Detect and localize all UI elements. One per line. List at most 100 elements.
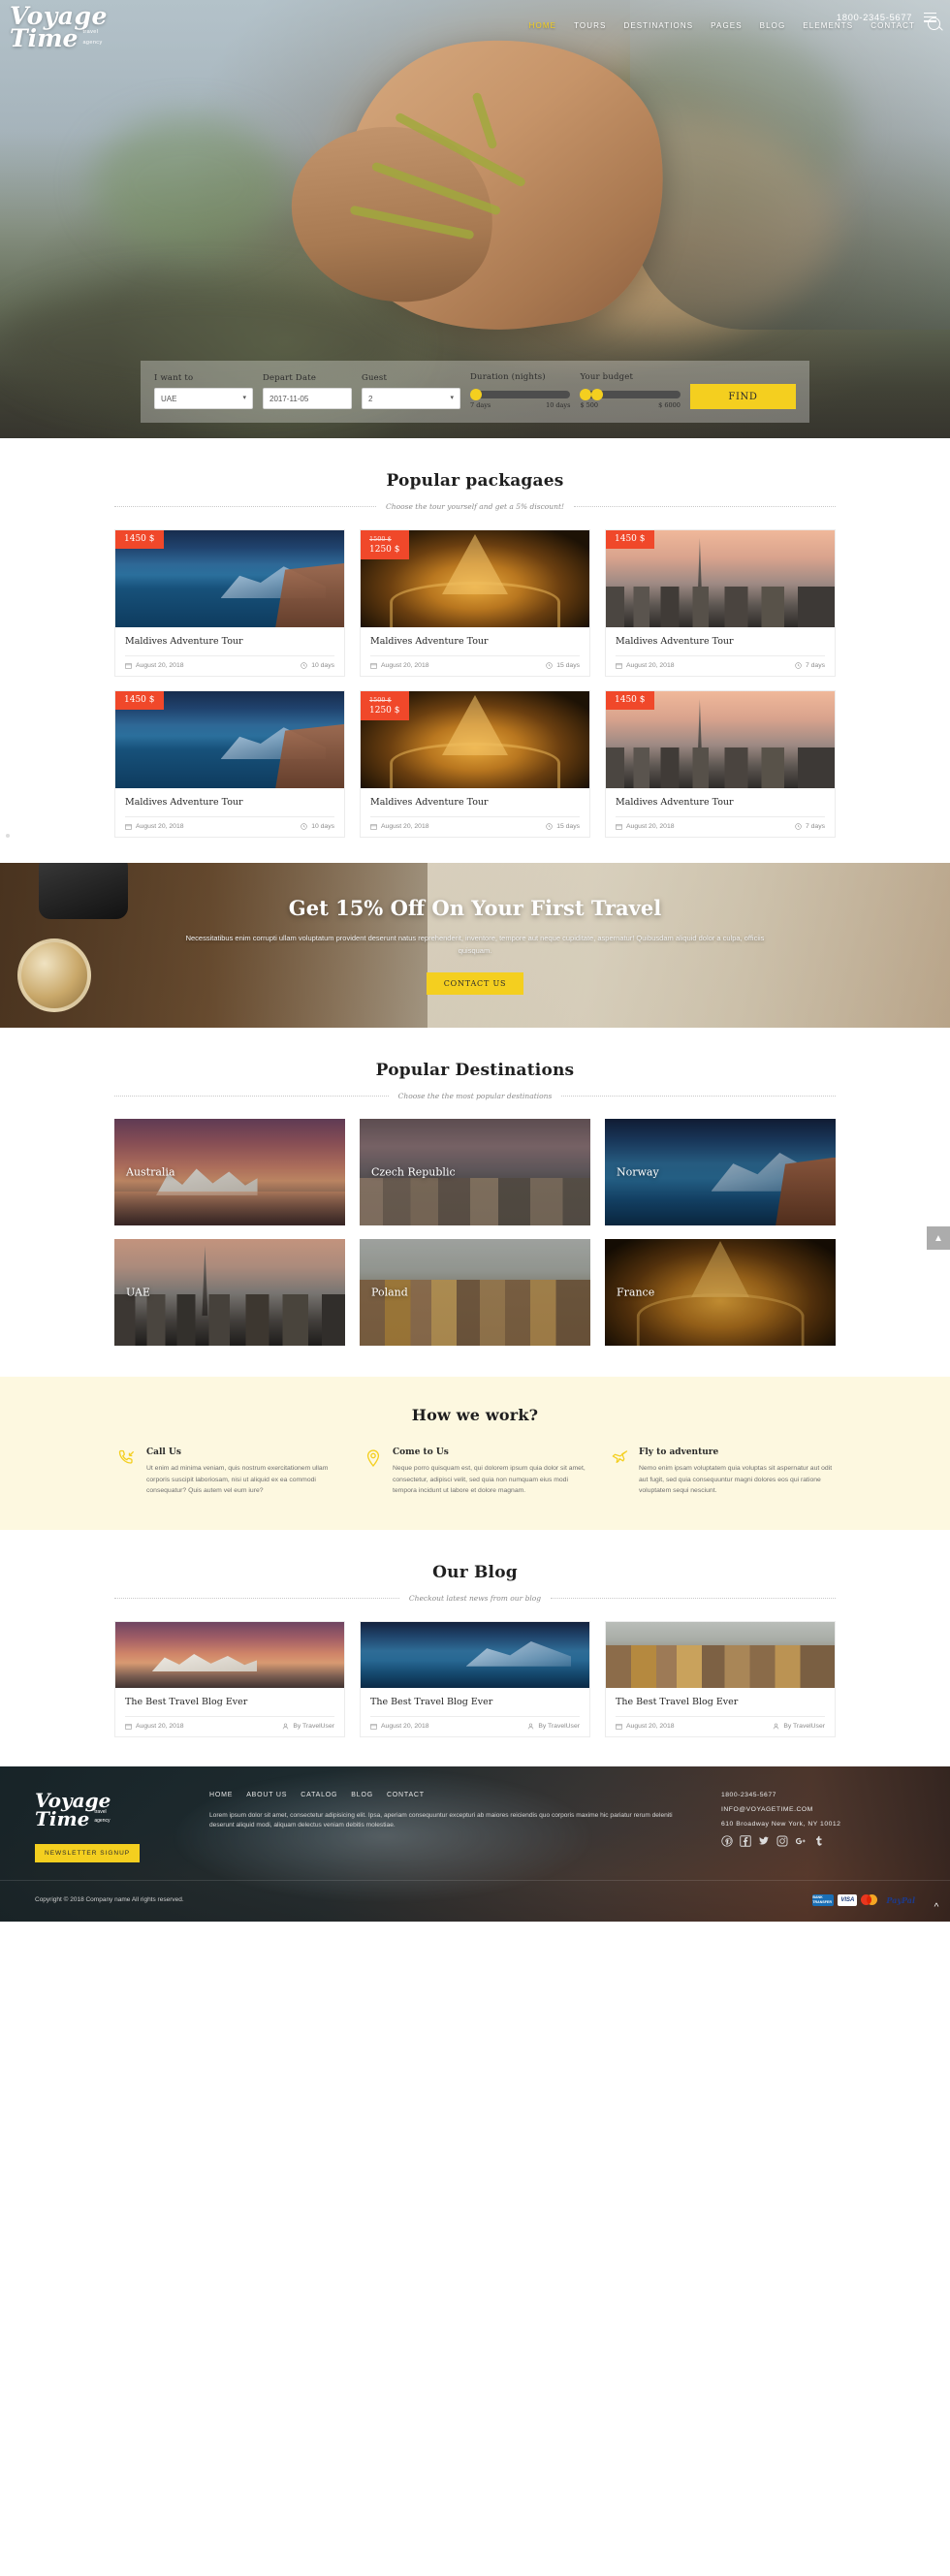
destination-select[interactable]: UAE [154,388,253,409]
clock-icon [795,662,802,669]
package-title[interactable]: Maldives Adventure Tour [370,636,580,655]
blog-card[interactable]: The Best Travel Blog Ever August 20, 201… [360,1620,590,1737]
package-image: 1500 $ 1250 $ [361,691,589,788]
blog-cards-row: The Best Travel Blog Ever August 20, 201… [0,1603,950,1737]
destination-card-czech-republic[interactable]: Czech Republic [360,1119,590,1225]
destinations-heading-block: Popular Destinations Choose the the most… [0,1028,950,1100]
duration-min-label: 7 days [470,401,491,409]
blog-card[interactable]: The Best Travel Blog Ever August 20, 201… [605,1620,836,1737]
footer-nav-contact[interactable]: CONTACT [387,1792,425,1798]
nav-item-destinations[interactable]: DESTINATIONS [623,21,693,30]
package-card[interactable]: 1500 $ 1250 $ Maldives Adventure Tour Au… [360,529,590,677]
scroll-to-top-chevron[interactable]: ^ [929,1900,944,1916]
package-date: August 20, 2018 [626,823,675,830]
how-we-work-columns: Call Us Ut enim ad minima veniam, quis n… [0,1424,950,1497]
facebook-icon[interactable] [740,1834,751,1847]
nav-item-blog[interactable]: BLOG [760,21,786,30]
nav-item-home[interactable]: HOME [529,21,556,30]
contact-us-button[interactable]: CONTACT US [426,972,524,995]
budget-slider-handle-min[interactable] [580,389,592,400]
tumblr-icon[interactable] [813,1835,825,1847]
blog-post-title[interactable]: The Best Travel Blog Ever [370,1697,580,1716]
how-we-work-title: How we work? [411,1406,539,1424]
blog-photo [115,1621,344,1688]
google-plus-icon[interactable] [795,1835,807,1847]
packages-title: Popular packagaes [386,471,564,491]
calendar-icon [616,1723,622,1730]
package-date: August 20, 2018 [381,662,429,669]
phone-icon [118,1449,135,1464]
package-duration-group: 10 days [301,823,334,830]
blog-image [361,1621,589,1688]
blog-photo [361,1621,589,1688]
package-card[interactable]: 1450 $ Maldives Adventure Tour August 20… [605,529,836,677]
footer-phone[interactable]: 1800-2345-5677 [721,1792,915,1798]
package-card[interactable]: 1450 $ Maldives Adventure Tour August 20… [114,529,345,677]
search-icon[interactable] [928,17,940,30]
destination-card-norway[interactable]: Norway [605,1119,836,1225]
blog-author: By TravelUser [538,1722,580,1730]
package-duration-group: 15 days [546,662,580,669]
package-date-group: August 20, 2018 [616,662,675,669]
blog-post-title[interactable]: The Best Travel Blog Ever [616,1697,825,1716]
duration-slider-handle[interactable] [470,389,482,400]
package-duration: 10 days [311,662,334,669]
nav-item-tours[interactable]: TOURS [574,21,606,30]
nav-item-pages[interactable]: PAGES [711,21,742,30]
duration-slider[interactable] [470,389,571,400]
package-card[interactable]: 1500 $ 1250 $ Maldives Adventure Tour Au… [360,690,590,838]
blog-card[interactable]: The Best Travel Blog Ever August 20, 201… [114,1620,345,1737]
bank-transfer-label: BANK TRANSFER [812,1894,832,1904]
package-title[interactable]: Maldives Adventure Tour [125,797,334,816]
promo-title: Get 15% Off On Your First Travel [288,896,662,920]
footer-address: 610 Broadway New York, NY 10012 [721,1820,841,1828]
field-guest: Guest 2 ▾ [362,373,460,409]
footer-nav-about-us[interactable]: ABOUT US [246,1792,287,1798]
footer-logo-line-2: Time [35,1806,90,1830]
destinations-subtitle: Choose the the most popular destinations [397,1092,553,1100]
package-title[interactable]: Maldives Adventure Tour [370,797,580,816]
destination-card-france[interactable]: France [605,1239,836,1346]
nav-item-elements[interactable]: ELEMENTS [803,21,853,30]
blog-section: Our Blog Checkout latest news from our b… [0,1530,950,1737]
calendar-icon [616,824,622,830]
footer-nav-home[interactable]: HOME [209,1792,233,1798]
twitter-icon[interactable] [758,1835,770,1847]
duration-max-label: 10 days [546,401,571,409]
package-title[interactable]: Maldives Adventure Tour [125,636,334,655]
package-date: August 20, 2018 [136,823,184,830]
destination-card-australia[interactable]: Australia [114,1119,345,1225]
footer-nav-blog[interactable]: BLOG [351,1792,373,1798]
budget-slider[interactable] [580,389,681,400]
package-image: 1450 $ [115,530,344,627]
how-we-work-item-come-to-us: Come to Us Neque porro quisquam est, qui… [364,1447,586,1497]
destination-card-uae[interactable]: UAE [114,1239,345,1346]
guest-select[interactable]: 2 [362,388,460,409]
clock-icon [301,662,307,669]
instagram-icon[interactable] [776,1835,788,1847]
package-title[interactable]: Maldives Adventure Tour [616,797,825,816]
package-card[interactable]: 1450 $ Maldives Adventure Tour August 20… [114,690,345,838]
site-logo[interactable]: Voyage Time travel agency [10,4,108,50]
popular-packages-section: Popular packagaes Choose the tour yourse… [0,438,950,838]
pinterest-icon[interactable] [721,1834,733,1847]
payment-methods: BANK TRANSFER VISA PayPal [812,1893,915,1906]
find-button[interactable]: FIND [689,384,796,409]
scroll-to-top-button[interactable]: ▲ [927,1226,950,1250]
clock-icon [546,662,553,669]
depart-date-input[interactable] [263,388,352,409]
footer-email[interactable]: INFO@VOYAGETIME.COM [721,1806,915,1813]
package-title[interactable]: Maldives Adventure Tour [616,636,825,655]
blog-date: August 20, 2018 [136,1722,184,1730]
package-card[interactable]: 1450 $ Maldives Adventure Tour August 20… [605,690,836,838]
footer-nav-catalog[interactable]: CATALOG [301,1792,337,1798]
budget-slider-handle-max[interactable] [591,389,604,400]
footer-navigation: HOME ABOUT US CATALOG BLOG CONTACT [209,1792,692,1798]
blog-post-title[interactable]: The Best Travel Blog Ever [125,1697,334,1716]
field-destination: I want to UAE ▾ [154,373,253,409]
clock-icon [795,823,802,830]
nav-item-contact[interactable]: CONTACT [871,21,915,30]
destination-card-poland[interactable]: Poland [360,1239,590,1346]
package-duration-group: 10 days [301,662,334,669]
newsletter-signup-button[interactable]: NEWSLETTER SIGNUP [35,1843,141,1862]
